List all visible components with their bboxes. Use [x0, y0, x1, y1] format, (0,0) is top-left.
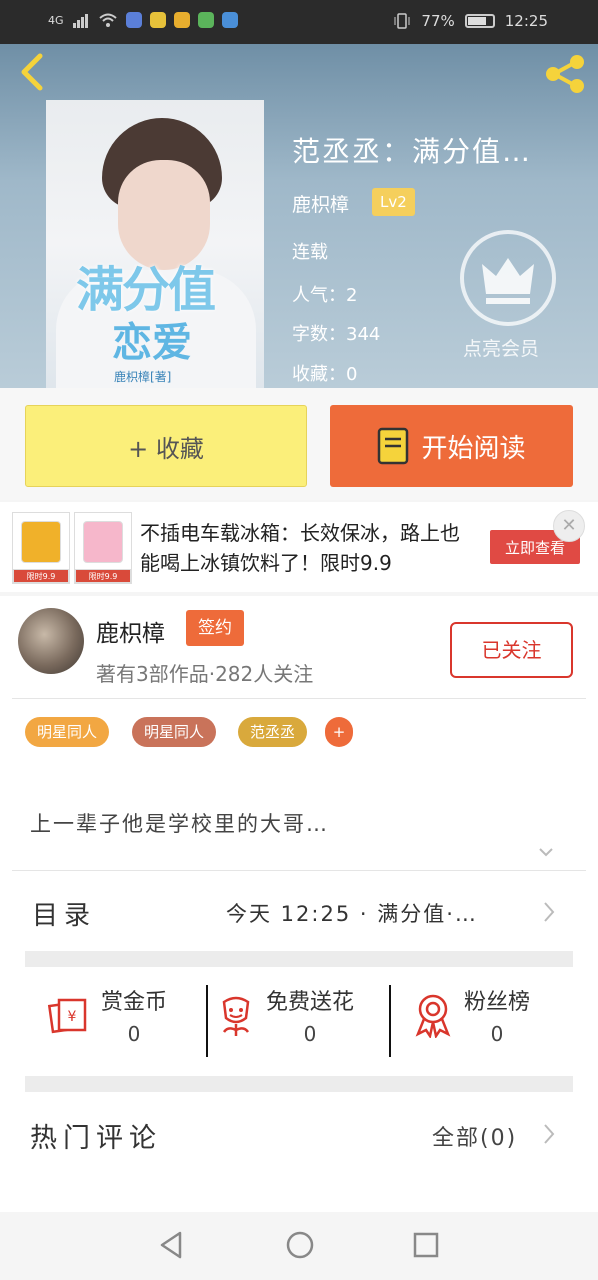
start-reading-button[interactable]: 开始阅读 [330, 405, 573, 487]
signal-icon [72, 14, 88, 28]
browser-app-icon [221, 12, 238, 28]
author-name[interactable]: 鹿枳樟 [96, 614, 165, 648]
system-nav-bar [0, 1212, 598, 1280]
book-word-count: 字数：344 [292, 324, 381, 345]
book-description[interactable]: 上一辈子他是学校里的大哥… [30, 808, 329, 838]
reward-coins-label: 赏金币 [101, 990, 168, 1015]
all-comments-link[interactable]: 全部(0) [432, 1120, 517, 1152]
ad-thumbnail-1: 限时9.9 [12, 512, 70, 584]
status-right: 77% 12:25 [393, 12, 548, 30]
status-left: 4G [48, 12, 238, 28]
start-reading-label: 开始阅读 [421, 433, 526, 464]
tag-2[interactable]: 明星同人 [132, 717, 217, 747]
wifi-icon [98, 13, 117, 27]
divider [12, 698, 586, 699]
music-app-icon [125, 12, 142, 28]
nav-recents-icon[interactable] [413, 1232, 439, 1258]
book-cover[interactable]: 满分值 恋爱 鹿枳樟[著] [46, 100, 264, 388]
vibrate-icon [394, 13, 410, 29]
header-author-name[interactable]: 鹿枳樟 [292, 190, 349, 217]
vertical-divider [389, 985, 391, 1057]
book-status: 连载 [292, 242, 328, 263]
chevron-right-icon[interactable] [542, 1122, 556, 1146]
free-flower-count: 0 [303, 1022, 317, 1046]
svg-text:¥: ¥ [68, 1009, 77, 1025]
battery-percent: 77% [421, 12, 455, 30]
ad-close-icon[interactable]: ✕ [553, 510, 585, 542]
ad-text[interactable]: 不插电车载冰箱：长效保冰，路上也能喝上冰镇饮料了！限时9.9 [140, 518, 470, 578]
add-tag-button[interactable]: + [325, 717, 353, 747]
fan-ranking-button[interactable]: 粉丝榜 0 [412, 985, 531, 1046]
cover-author: 鹿枳樟[著] [114, 370, 172, 384]
reward-coins-count: 0 [127, 1022, 141, 1046]
clock: 12:25 [504, 12, 548, 30]
free-flower-label: 免费送花 [266, 990, 355, 1015]
vertical-divider [206, 985, 208, 1057]
tag-1[interactable]: 明星同人 [25, 717, 110, 747]
vip-label: 点亮会员 [463, 338, 540, 360]
divider [12, 870, 586, 871]
section-divider [25, 951, 573, 967]
chat-app-icon [149, 12, 166, 28]
cooler-yellow-image [21, 521, 61, 563]
nav-home-icon[interactable] [285, 1230, 315, 1260]
follow-button[interactable]: 已关注 [450, 622, 573, 678]
cover-subtitle: 恋爱 [112, 319, 192, 366]
book-icon [378, 427, 409, 465]
vip-crown-button[interactable] [460, 230, 556, 326]
chevron-right-icon[interactable] [542, 900, 556, 924]
network-label: 4G [48, 13, 64, 27]
share-icon[interactable] [542, 52, 588, 96]
fan-ranking-label: 粉丝榜 [464, 990, 531, 1015]
back-arrow-icon[interactable] [16, 52, 48, 92]
add-to-favorites-button[interactable]: + 收藏 [25, 405, 307, 487]
video-app-icon [197, 12, 214, 28]
ad-thumb-price-1: 限时9.9 [13, 569, 69, 583]
ad-thumbnail-2: 限时9.9 [74, 512, 132, 584]
level-badge: Lv2 [372, 188, 415, 216]
tag-3[interactable]: 范丞丞 [238, 717, 308, 747]
book-collections: 收藏：0 [292, 364, 358, 385]
reward-coins-button[interactable]: ¥ 赏金币 0 [45, 985, 168, 1046]
weibo-app-icon [173, 12, 190, 28]
nav-back-icon[interactable] [158, 1230, 184, 1260]
free-flower-button[interactable]: 免费送花 0 [216, 985, 355, 1046]
toc-label[interactable]: 目录 [32, 895, 96, 932]
fan-ranking-count: 0 [490, 1022, 504, 1046]
section-divider [25, 1076, 573, 1092]
hot-comments-label: 热门评论 [30, 1123, 162, 1154]
cooler-pink-image [83, 521, 123, 563]
flower-icon [222, 996, 250, 1036]
crown-icon [482, 258, 534, 304]
book-popularity: 人气：2 [292, 285, 358, 306]
ad-thumb-price-2: 限时9.9 [75, 569, 131, 583]
signed-badge: 签约 [186, 610, 244, 646]
chevron-down-icon[interactable] [538, 845, 554, 861]
toc-latest-chapter[interactable]: 今天 12:25 · 满分值·… [226, 898, 478, 928]
author-avatar[interactable] [18, 608, 84, 674]
status-bar: 4G 77% 12:25 [0, 0, 598, 44]
author-stats: 著有3部作品·282人关注 [96, 662, 314, 686]
ad-thumbnails[interactable]: 限时9.9 限时9.9 [12, 512, 132, 584]
red-envelope-icon: ¥ [47, 998, 87, 1034]
medal-icon [415, 994, 451, 1038]
battery-icon [464, 14, 495, 28]
book-title: 范丞丞：满分值… [292, 135, 533, 168]
